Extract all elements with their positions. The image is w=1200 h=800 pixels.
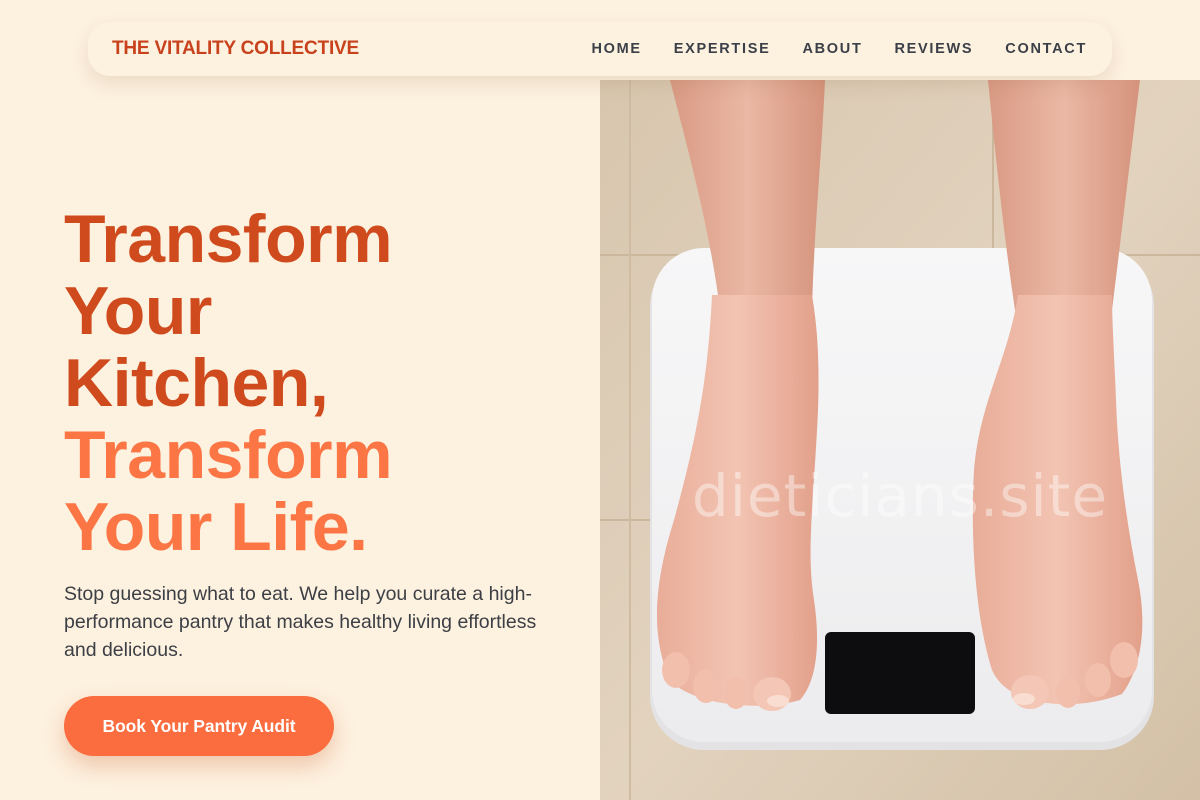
hero-title-highlight-line: Your Life. xyxy=(64,489,368,565)
hero-title-line: Your xyxy=(64,273,212,349)
book-pantry-audit-button[interactable]: Book Your Pantry Audit xyxy=(64,696,334,756)
nav-link-about[interactable]: ABOUT xyxy=(802,41,862,57)
feet-on-scale-illustration xyxy=(600,80,1200,800)
hero-title-highlight-line: Transform xyxy=(64,417,393,493)
hero-title: Transform Your Kitchen, Transform Your L… xyxy=(64,203,584,563)
hero-image: dieticians.site xyxy=(600,80,1200,800)
landing-page: dieticians.site THE VITALITY COLLECTIVE … xyxy=(0,0,1200,800)
hero-title-line: Transform xyxy=(64,201,393,277)
nav-link-expertise[interactable]: EXPERTISE xyxy=(674,41,771,57)
nav-link-contact[interactable]: CONTACT xyxy=(1005,41,1087,57)
navbar: THE VITALITY COLLECTIVE HOME EXPERTISE A… xyxy=(88,22,1112,76)
hero-title-line: Kitchen, xyxy=(64,345,329,421)
hero-subtitle: Stop guessing what to eat. We help you c… xyxy=(64,583,537,661)
nav-link-reviews[interactable]: REVIEWS xyxy=(895,41,974,57)
nav-links: HOME EXPERTISE ABOUT REVIEWS CONTACT xyxy=(591,41,1087,57)
nav-link-home[interactable]: HOME xyxy=(591,41,641,57)
brand-logo[interactable]: THE VITALITY COLLECTIVE xyxy=(112,38,359,60)
